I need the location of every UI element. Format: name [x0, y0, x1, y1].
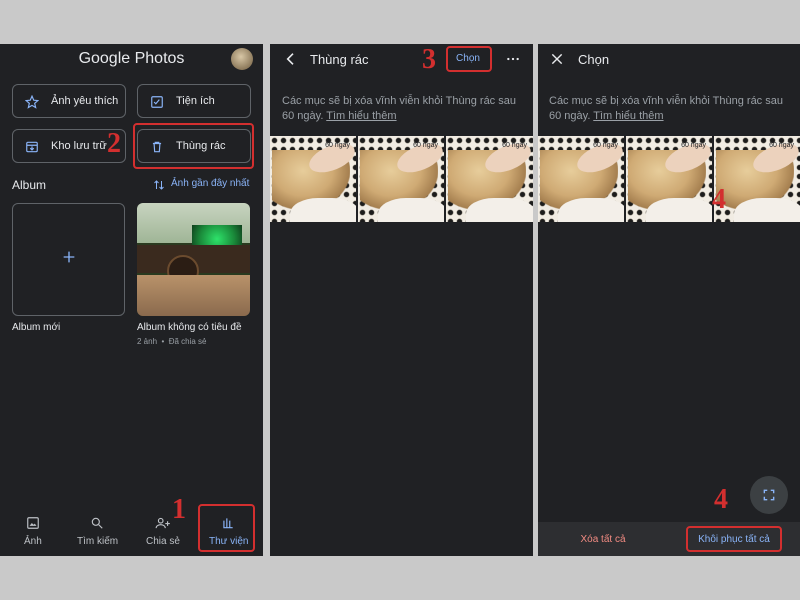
photo-shirt: [466, 198, 533, 222]
trash-photo[interactable]: 60 ngày: [714, 136, 800, 222]
nav-photos[interactable]: Ảnh: [8, 502, 58, 552]
annotation-step-4: 4: [714, 484, 728, 515]
favorites-label: Ảnh yêu thích: [51, 95, 119, 107]
trash-photo[interactable]: 60 ngày: [358, 136, 444, 222]
days-left-label: 60 ngày: [681, 142, 706, 149]
more-options-icon[interactable]: [506, 51, 520, 72]
album-name: Album không có tiêu đề: [137, 322, 242, 333]
album-section-title: Album: [12, 178, 47, 192]
library-screen: Google Photos Ảnh yêu thích Tiện ích Kho…: [0, 44, 263, 556]
trash-description-text: Các mục sẽ bị xóa vĩnh viễn khỏi Thùng r…: [282, 95, 516, 122]
highlight-select-button: [446, 46, 492, 72]
highlight-trash-button: [133, 123, 254, 169]
trash-photo[interactable]: 60 ngày: [626, 136, 712, 222]
days-left-label: 60 ngày: [325, 142, 350, 149]
nav-search-label: Tìm kiếm: [77, 536, 119, 547]
avatar[interactable]: [231, 48, 253, 70]
trash-photo[interactable]: 60 ngày: [538, 136, 624, 222]
photo-floor: [137, 275, 250, 316]
trash-screen: Thùng rác Chọn 3 Các mục sẽ bị xóa vĩnh …: [270, 44, 533, 556]
nav-sharing-label: Chia sẻ: [146, 536, 180, 547]
utilities-icon: [150, 95, 164, 109]
plus-icon: [61, 249, 77, 270]
highlight-library-tab: [198, 504, 255, 552]
photo-shirt: [558, 198, 624, 222]
photo-shirt: [734, 198, 800, 222]
new-album-tile[interactable]: [12, 203, 125, 316]
nav-photos-label: Ảnh: [24, 536, 42, 547]
photo-shirt: [378, 198, 444, 222]
photo-icon: [26, 516, 40, 535]
trash-description: Các mục sẽ bị xóa vĩnh viễn khỏi Thùng r…: [282, 94, 527, 124]
trash-photo[interactable]: 60 ngày: [446, 136, 533, 222]
people-icon: [155, 516, 171, 535]
archive-icon: [25, 140, 39, 154]
annotation-step-3: 3: [422, 44, 436, 75]
close-icon[interactable]: [550, 52, 564, 71]
days-left-label: 60 ngày: [413, 142, 438, 149]
utilities-label: Tiện ích: [176, 95, 215, 107]
star-icon: [25, 95, 39, 109]
annotation-step-4: 4: [712, 184, 726, 215]
annotation-step-2: 2: [107, 128, 121, 159]
sort-icon: [153, 179, 165, 191]
utilities-button[interactable]: Tiện ích: [137, 84, 251, 118]
favorites-button[interactable]: Ảnh yêu thích: [12, 84, 126, 118]
select-screen: Chọn Các mục sẽ bị xóa vĩnh viễn khỏi Th…: [538, 44, 800, 556]
delete-all-button[interactable]: Xóa tất cả: [558, 534, 648, 545]
trash-description-text: Các mục sẽ bị xóa vĩnh viễn khỏi Thùng r…: [549, 95, 783, 122]
trash-photo[interactable]: 60 ngày: [270, 136, 356, 222]
back-arrow-icon[interactable]: [283, 51, 299, 72]
album-meta: 2 ảnh • Đã chia sẻ: [137, 337, 207, 346]
photo-shirt: [646, 198, 712, 222]
search-icon: [90, 516, 104, 535]
annotation-step-1: 1: [172, 494, 186, 525]
nav-search[interactable]: Tìm kiếm: [70, 502, 125, 552]
highlight-restore-all-button: [686, 526, 782, 552]
album-thumbnail[interactable]: [137, 203, 250, 316]
fullscreen-icon: [762, 488, 776, 507]
days-left-label: 60 ngày: [593, 142, 618, 149]
album-name: Album mới: [12, 322, 61, 333]
fullscreen-button[interactable]: [750, 476, 788, 514]
screen-title: Thùng rác: [310, 52, 369, 67]
album-sort-label: Ảnh gần đây nhất: [171, 178, 250, 189]
days-left-label: 60 ngày: [769, 142, 794, 149]
learn-more-link[interactable]: Tìm hiểu thêm: [593, 110, 663, 122]
archive-label: Kho lưu trữ: [51, 140, 107, 152]
album-sort-button[interactable]: Ảnh gần đây nhất: [153, 178, 253, 192]
screen-title: Chọn: [578, 52, 610, 67]
photo-shirt: [290, 198, 356, 222]
learn-more-link[interactable]: Tìm hiểu thêm: [326, 110, 396, 122]
app-title: Google Photos: [78, 50, 185, 67]
trash-description: Các mục sẽ bị xóa vĩnh viễn khỏi Thùng r…: [549, 94, 794, 124]
days-left-label: 60 ngày: [502, 142, 527, 149]
